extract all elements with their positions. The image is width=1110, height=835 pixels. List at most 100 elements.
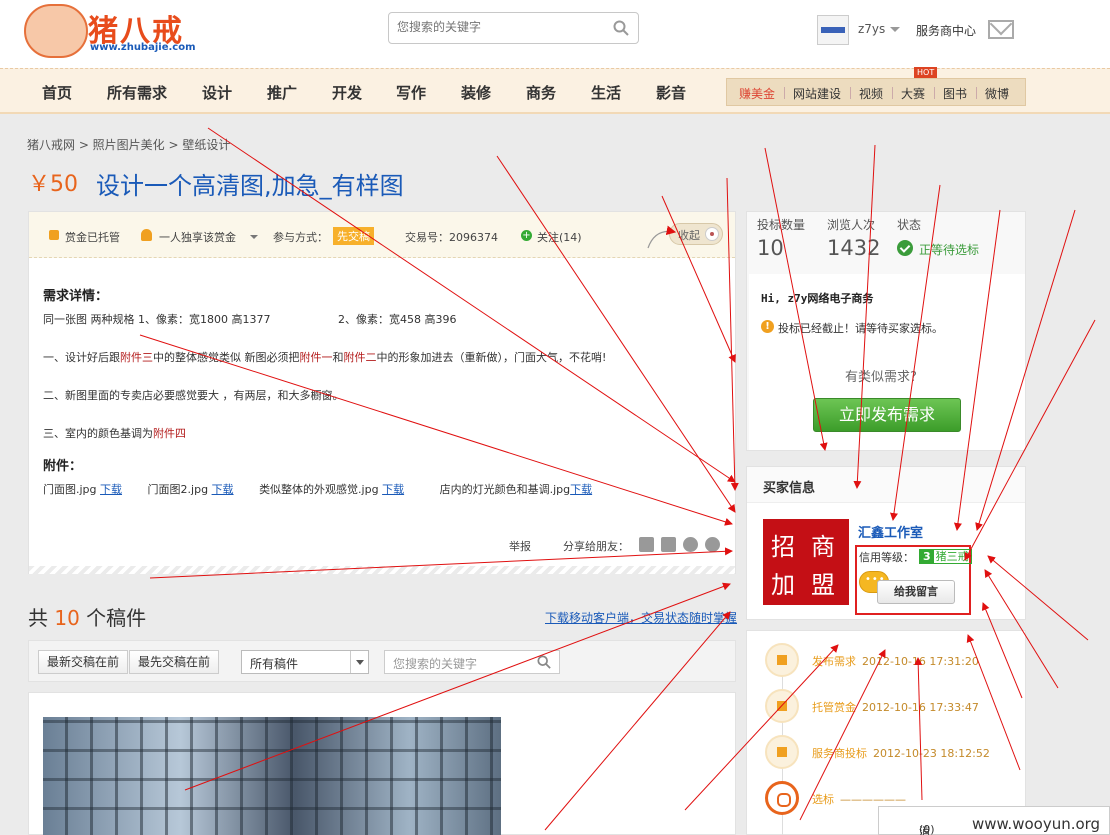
provider-center-link[interactable]: 服务商中心 xyxy=(916,22,976,39)
breadcrumb[interactable]: 猪八戒网 > 照片图片美化 > 壁纸设计 xyxy=(27,136,230,153)
status-badge: 正等待选标 xyxy=(919,243,980,257)
main-nav: 首页 所有需求 设计 推广 开发 写作 装修 商务 生活 影音 赚美金 网站建设… xyxy=(0,68,1110,114)
reward-mode[interactable]: 一人独享该赏金 xyxy=(159,229,236,245)
attachment-name: 类似整体的外观感觉.jpg xyxy=(259,483,379,496)
chevron-down-icon[interactable] xyxy=(350,651,368,673)
top-search-box[interactable] xyxy=(388,12,639,44)
attachment-name: 门面图.jpg xyxy=(43,483,97,496)
buyer-name-link[interactable]: 汇鑫工作室 xyxy=(858,522,923,541)
timeline-item: 服务商投标 2012-10-23 18:12:52 xyxy=(812,745,990,761)
site-header: 猪八戒 www.zhubajie.com z7ys 服务商中心 xyxy=(0,0,1110,68)
submission-search-box[interactable]: 您搜索的关键字 xyxy=(384,650,560,674)
timeline-item: 发布需求 2012-10-16 17:31:20 xyxy=(812,653,979,669)
attachments-heading: 附件： xyxy=(43,459,83,474)
follow-link[interactable]: 关注(14) xyxy=(537,229,582,245)
nav-item-writing[interactable]: 写作 xyxy=(396,82,426,103)
nav-item-business[interactable]: 商务 xyxy=(526,82,556,103)
heading-text: 个稿件 xyxy=(79,606,147,630)
attachment-ref: 附件二 xyxy=(343,351,377,364)
nav-item-decoration[interactable]: 装修 xyxy=(461,82,491,103)
logo-char: 加 xyxy=(771,571,795,599)
nav-item-home[interactable]: 首页 xyxy=(42,82,72,103)
logo-char: 商 xyxy=(811,533,835,561)
submission-thumbnail[interactable] xyxy=(43,717,501,835)
report-link[interactable]: 举报 xyxy=(509,538,531,554)
download-link[interactable]: 下载 xyxy=(382,483,404,496)
hot-badge: HOT xyxy=(914,67,938,78)
tencent-weibo-share-icon[interactable] xyxy=(661,537,676,552)
timeline-label: 服务商投标 xyxy=(812,747,867,760)
task-detail-card: 赏金已托管 一人独享该赏金 参与方式： 先交稿 交易号：2096374 + 关注… xyxy=(28,211,736,574)
nav-item-design[interactable]: 设计 xyxy=(202,82,232,103)
requirement-text: 三、室内的颜色基调为 xyxy=(43,427,153,440)
mail-icon[interactable] xyxy=(988,20,1014,39)
search-icon[interactable] xyxy=(613,20,629,36)
pig-mascot-icon xyxy=(24,4,88,58)
submission-entry-card xyxy=(28,692,736,835)
similar-demand-text: 有类似需求? xyxy=(845,370,917,385)
buyer-info-header: 买家信息 xyxy=(747,467,1025,503)
avatar[interactable] xyxy=(817,15,849,45)
submission-count: 10 xyxy=(54,606,80,630)
extra-link-books[interactable]: 图书 xyxy=(943,85,967,102)
timeline-label: 选标 xyxy=(812,793,834,806)
sort-earliest-button[interactable]: 最先交稿在前 xyxy=(129,650,220,674)
message-count: (0) xyxy=(919,823,935,835)
stopwatch-icon xyxy=(765,781,799,815)
plus-icon[interactable]: + xyxy=(521,230,532,241)
task-stats-card: 投标数量 10 浏览人次 1432 状态 正等待选标 Hi, z7y网络电子商务… xyxy=(746,211,1026,451)
requirement-line-2: 一、设计好后跟附件三中的整体感觉类似 新图必须把附件一和附件二中的形象加进去（重… xyxy=(43,349,606,365)
qzone-share-icon[interactable] xyxy=(639,537,654,552)
divider xyxy=(784,87,785,99)
attachment-ref: 附件三 xyxy=(120,351,153,364)
site-logo[interactable]: 猪八戒 www.zhubajie.com xyxy=(24,4,196,58)
nav-item-media[interactable]: 影音 xyxy=(656,82,686,103)
extra-link-earn-usd[interactable]: 赚美金 xyxy=(739,85,775,102)
extra-link-contest[interactable]: 大赛 xyxy=(901,85,925,102)
download-link[interactable]: 下载 xyxy=(212,483,234,496)
download-link[interactable]: 下载 xyxy=(570,483,592,496)
timeline-time: —————— xyxy=(840,793,906,806)
nav-item-development[interactable]: 开发 xyxy=(332,82,362,103)
publish-demand-button[interactable]: 立即发布需求 xyxy=(813,398,961,432)
pencil-icon xyxy=(765,643,799,677)
leave-message-button[interactable]: 给我留言 xyxy=(877,580,955,604)
attachment-name: 门面图2.jpg xyxy=(147,483,209,496)
toggle-knob-icon xyxy=(705,227,719,241)
card-icon xyxy=(765,735,799,769)
status-label: 状态 xyxy=(897,218,922,232)
requirement-line-1: 同一张图 两种规格 1、像素：宽1800 高1377 2、像素：宽458 高39… xyxy=(43,311,456,327)
divider xyxy=(850,87,851,99)
task-price: ￥50 xyxy=(28,172,78,197)
chevron-down-icon[interactable] xyxy=(890,27,900,32)
heading-text: 共 xyxy=(28,606,55,630)
extra-link-video[interactable]: 视频 xyxy=(859,85,883,102)
download-link[interactable]: 下载 xyxy=(100,483,122,496)
warning-icon: ! xyxy=(761,320,774,333)
renren-share-icon[interactable] xyxy=(683,537,698,552)
bid-notice-panel: Hi, z7y网络电子商务 ! 投标已经截止！请等待买家选标。 有类似需求? 立… xyxy=(749,274,1025,450)
chevron-down-icon[interactable] xyxy=(250,235,258,239)
extra-link-website[interactable]: 网站建设 xyxy=(793,85,841,102)
nav-item-all-demands[interactable]: 所有需求 xyxy=(107,82,167,103)
mobile-client-link[interactable]: 下载移动客户端，交易状态随时掌握 xyxy=(545,609,737,626)
submission-search-placeholder[interactable]: 您搜索的关键字 xyxy=(393,655,477,672)
requirement-heading: 需求详情： xyxy=(43,289,109,304)
credit-label: 信用等级： xyxy=(859,551,914,564)
submission-filter-select[interactable]: 所有稿件 xyxy=(241,650,369,674)
credit-level-badge: 3 猪三戒 xyxy=(919,549,972,564)
buyer-logo[interactable]: 招 商 加 盟 xyxy=(763,519,849,605)
weibo-share-icon[interactable] xyxy=(705,537,720,552)
trade-number: 交易号：2096374 xyxy=(405,231,498,244)
sort-newest-button[interactable]: 最新交稿在前 xyxy=(38,650,129,674)
nav-item-life[interactable]: 生活 xyxy=(591,82,621,103)
extra-link-weibo[interactable]: 微博 xyxy=(985,85,1009,102)
collapse-toggle[interactable]: 收起 xyxy=(669,223,723,245)
search-icon[interactable] xyxy=(537,655,551,669)
requirement-text: 和 xyxy=(332,351,344,364)
nav-item-promotion[interactable]: 推广 xyxy=(267,82,297,103)
username[interactable]: z7ys xyxy=(858,22,885,36)
buyer-heading: 买家信息 xyxy=(763,481,816,496)
requirement-text: 中的形象加进去（重新做），门面大气，不花哨! xyxy=(376,351,607,364)
top-search-input[interactable] xyxy=(397,20,607,34)
